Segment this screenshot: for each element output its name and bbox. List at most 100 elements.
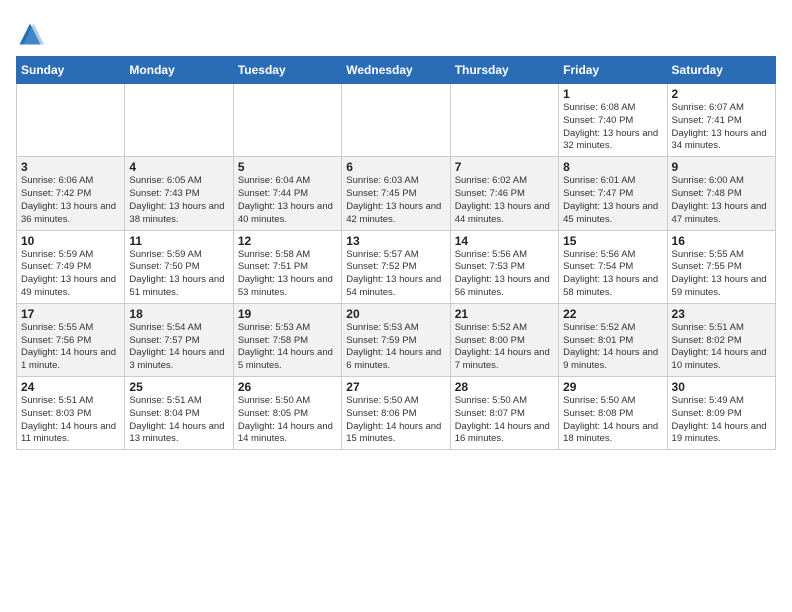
weekday-header-monday: Monday — [125, 57, 233, 84]
calendar-cell: 13Sunrise: 5:57 AM Sunset: 7:52 PM Dayli… — [342, 230, 450, 303]
day-number: 4 — [129, 160, 228, 174]
calendar-cell: 1Sunrise: 6:08 AM Sunset: 7:40 PM Daylig… — [559, 84, 667, 157]
weekday-header-saturday: Saturday — [667, 57, 775, 84]
day-info: Sunrise: 6:06 AM Sunset: 7:42 PM Dayligh… — [21, 175, 120, 226]
day-number: 5 — [238, 160, 337, 174]
calendar-cell: 18Sunrise: 5:54 AM Sunset: 7:57 PM Dayli… — [125, 303, 233, 376]
day-number: 22 — [563, 307, 662, 321]
day-number: 25 — [129, 380, 228, 394]
day-info: Sunrise: 6:05 AM Sunset: 7:43 PM Dayligh… — [129, 175, 228, 226]
calendar-cell: 30Sunrise: 5:49 AM Sunset: 8:09 PM Dayli… — [667, 377, 775, 450]
day-number: 8 — [563, 160, 662, 174]
day-info: Sunrise: 5:55 AM Sunset: 7:55 PM Dayligh… — [672, 249, 771, 300]
weekday-header-tuesday: Tuesday — [233, 57, 341, 84]
calendar-body: 1Sunrise: 6:08 AM Sunset: 7:40 PM Daylig… — [17, 84, 776, 450]
day-info: Sunrise: 5:56 AM Sunset: 7:53 PM Dayligh… — [455, 249, 554, 300]
calendar-cell: 7Sunrise: 6:02 AM Sunset: 7:46 PM Daylig… — [450, 157, 558, 230]
day-info: Sunrise: 5:57 AM Sunset: 7:52 PM Dayligh… — [346, 249, 445, 300]
day-number: 18 — [129, 307, 228, 321]
day-number: 13 — [346, 234, 445, 248]
day-info: Sunrise: 5:51 AM Sunset: 8:02 PM Dayligh… — [672, 322, 771, 373]
calendar-cell — [17, 84, 125, 157]
weekday-header-wednesday: Wednesday — [342, 57, 450, 84]
day-info: Sunrise: 6:04 AM Sunset: 7:44 PM Dayligh… — [238, 175, 337, 226]
calendar-cell: 22Sunrise: 5:52 AM Sunset: 8:01 PM Dayli… — [559, 303, 667, 376]
calendar-cell: 14Sunrise: 5:56 AM Sunset: 7:53 PM Dayli… — [450, 230, 558, 303]
day-number: 27 — [346, 380, 445, 394]
day-number: 12 — [238, 234, 337, 248]
weekday-header-row: SundayMondayTuesdayWednesdayThursdayFrid… — [17, 57, 776, 84]
calendar-cell — [233, 84, 341, 157]
day-number: 7 — [455, 160, 554, 174]
calendar-cell: 4Sunrise: 6:05 AM Sunset: 7:43 PM Daylig… — [125, 157, 233, 230]
calendar-cell: 5Sunrise: 6:04 AM Sunset: 7:44 PM Daylig… — [233, 157, 341, 230]
weekday-header-sunday: Sunday — [17, 57, 125, 84]
day-info: Sunrise: 5:53 AM Sunset: 7:58 PM Dayligh… — [238, 322, 337, 373]
day-number: 20 — [346, 307, 445, 321]
day-number: 28 — [455, 380, 554, 394]
day-number: 3 — [21, 160, 120, 174]
calendar-cell — [125, 84, 233, 157]
calendar-cell — [450, 84, 558, 157]
day-number: 26 — [238, 380, 337, 394]
calendar-cell: 6Sunrise: 6:03 AM Sunset: 7:45 PM Daylig… — [342, 157, 450, 230]
calendar-cell: 19Sunrise: 5:53 AM Sunset: 7:58 PM Dayli… — [233, 303, 341, 376]
calendar-week-row: 10Sunrise: 5:59 AM Sunset: 7:49 PM Dayli… — [17, 230, 776, 303]
page-header — [16, 16, 776, 48]
calendar-cell: 3Sunrise: 6:06 AM Sunset: 7:42 PM Daylig… — [17, 157, 125, 230]
calendar-cell: 23Sunrise: 5:51 AM Sunset: 8:02 PM Dayli… — [667, 303, 775, 376]
day-number: 24 — [21, 380, 120, 394]
calendar-cell — [342, 84, 450, 157]
calendar-cell: 15Sunrise: 5:56 AM Sunset: 7:54 PM Dayli… — [559, 230, 667, 303]
day-number: 11 — [129, 234, 228, 248]
day-info: Sunrise: 5:51 AM Sunset: 8:03 PM Dayligh… — [21, 395, 120, 446]
calendar-cell: 10Sunrise: 5:59 AM Sunset: 7:49 PM Dayli… — [17, 230, 125, 303]
weekday-header-thursday: Thursday — [450, 57, 558, 84]
day-info: Sunrise: 6:00 AM Sunset: 7:48 PM Dayligh… — [672, 175, 771, 226]
day-info: Sunrise: 5:49 AM Sunset: 8:09 PM Dayligh… — [672, 395, 771, 446]
day-info: Sunrise: 5:55 AM Sunset: 7:56 PM Dayligh… — [21, 322, 120, 373]
logo — [16, 20, 48, 48]
day-number: 6 — [346, 160, 445, 174]
logo-icon — [16, 20, 44, 48]
calendar-cell: 25Sunrise: 5:51 AM Sunset: 8:04 PM Dayli… — [125, 377, 233, 450]
calendar-cell: 2Sunrise: 6:07 AM Sunset: 7:41 PM Daylig… — [667, 84, 775, 157]
calendar-table: SundayMondayTuesdayWednesdayThursdayFrid… — [16, 56, 776, 450]
calendar-cell: 17Sunrise: 5:55 AM Sunset: 7:56 PM Dayli… — [17, 303, 125, 376]
day-info: Sunrise: 5:59 AM Sunset: 7:49 PM Dayligh… — [21, 249, 120, 300]
day-info: Sunrise: 5:51 AM Sunset: 8:04 PM Dayligh… — [129, 395, 228, 446]
calendar-cell: 26Sunrise: 5:50 AM Sunset: 8:05 PM Dayli… — [233, 377, 341, 450]
calendar-cell: 20Sunrise: 5:53 AM Sunset: 7:59 PM Dayli… — [342, 303, 450, 376]
day-number: 10 — [21, 234, 120, 248]
day-info: Sunrise: 5:59 AM Sunset: 7:50 PM Dayligh… — [129, 249, 228, 300]
calendar-cell: 9Sunrise: 6:00 AM Sunset: 7:48 PM Daylig… — [667, 157, 775, 230]
day-info: Sunrise: 5:53 AM Sunset: 7:59 PM Dayligh… — [346, 322, 445, 373]
day-info: Sunrise: 6:01 AM Sunset: 7:47 PM Dayligh… — [563, 175, 662, 226]
day-info: Sunrise: 5:50 AM Sunset: 8:07 PM Dayligh… — [455, 395, 554, 446]
day-info: Sunrise: 6:03 AM Sunset: 7:45 PM Dayligh… — [346, 175, 445, 226]
day-number: 29 — [563, 380, 662, 394]
day-number: 17 — [21, 307, 120, 321]
day-info: Sunrise: 5:50 AM Sunset: 8:06 PM Dayligh… — [346, 395, 445, 446]
day-number: 14 — [455, 234, 554, 248]
calendar-week-row: 17Sunrise: 5:55 AM Sunset: 7:56 PM Dayli… — [17, 303, 776, 376]
day-info: Sunrise: 6:02 AM Sunset: 7:46 PM Dayligh… — [455, 175, 554, 226]
day-number: 2 — [672, 87, 771, 101]
day-number: 15 — [563, 234, 662, 248]
calendar-week-row: 3Sunrise: 6:06 AM Sunset: 7:42 PM Daylig… — [17, 157, 776, 230]
calendar-week-row: 1Sunrise: 6:08 AM Sunset: 7:40 PM Daylig… — [17, 84, 776, 157]
day-number: 23 — [672, 307, 771, 321]
day-number: 1 — [563, 87, 662, 101]
day-info: Sunrise: 5:54 AM Sunset: 7:57 PM Dayligh… — [129, 322, 228, 373]
calendar-cell: 8Sunrise: 6:01 AM Sunset: 7:47 PM Daylig… — [559, 157, 667, 230]
day-info: Sunrise: 5:56 AM Sunset: 7:54 PM Dayligh… — [563, 249, 662, 300]
day-info: Sunrise: 5:58 AM Sunset: 7:51 PM Dayligh… — [238, 249, 337, 300]
calendar-cell: 21Sunrise: 5:52 AM Sunset: 8:00 PM Dayli… — [450, 303, 558, 376]
day-info: Sunrise: 5:50 AM Sunset: 8:08 PM Dayligh… — [563, 395, 662, 446]
calendar-cell: 11Sunrise: 5:59 AM Sunset: 7:50 PM Dayli… — [125, 230, 233, 303]
calendar-cell: 16Sunrise: 5:55 AM Sunset: 7:55 PM Dayli… — [667, 230, 775, 303]
calendar-cell: 12Sunrise: 5:58 AM Sunset: 7:51 PM Dayli… — [233, 230, 341, 303]
day-number: 19 — [238, 307, 337, 321]
day-info: Sunrise: 5:52 AM Sunset: 8:00 PM Dayligh… — [455, 322, 554, 373]
day-info: Sunrise: 5:52 AM Sunset: 8:01 PM Dayligh… — [563, 322, 662, 373]
